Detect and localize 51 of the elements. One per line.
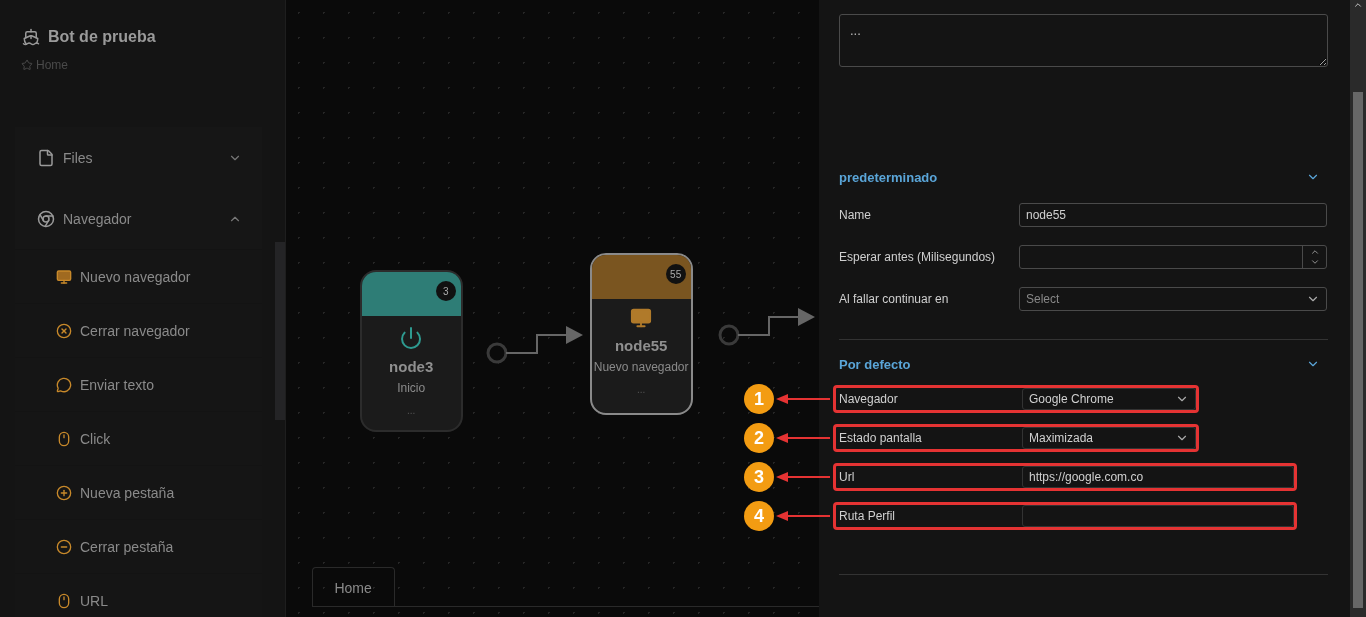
chevron-up-icon[interactable] xyxy=(1309,247,1320,257)
field-label: Al fallar continuar en xyxy=(839,292,950,306)
node-title: node55 xyxy=(614,337,668,354)
scroll-up-icon[interactable] xyxy=(1353,0,1363,10)
section-header[interactable]: Por defecto xyxy=(839,354,1328,374)
flow-node[interactable]: 3 node3 Inicio ... xyxy=(359,270,463,432)
select-field[interactable]: Maximizada xyxy=(1022,427,1196,449)
arrow-icon xyxy=(774,471,830,483)
chevron-down-icon[interactable] xyxy=(1309,257,1320,267)
close-icon xyxy=(56,322,72,339)
arrow-icon xyxy=(774,393,830,405)
node-badge: 55 xyxy=(665,264,686,284)
star-icon xyxy=(21,59,33,71)
monitor-icon xyxy=(630,307,653,329)
input-field[interactable]: node55 xyxy=(1019,203,1327,227)
scrollbar-thumb[interactable] xyxy=(1353,92,1363,608)
scrollbar[interactable] xyxy=(1350,0,1366,617)
monitor-icon xyxy=(56,268,72,285)
speech-bubble-icon xyxy=(56,376,72,393)
minus-circle-icon xyxy=(56,538,72,555)
mouse-icon xyxy=(56,592,72,609)
field-label: Url xyxy=(839,470,856,484)
arrow-icon xyxy=(774,432,830,444)
description-field[interactable]: ... xyxy=(839,14,1328,67)
node-footer: ... xyxy=(407,405,416,416)
node-footer: ... xyxy=(637,384,646,395)
node-subtitle: Inicio xyxy=(397,381,426,395)
field-label: Name xyxy=(839,208,872,222)
plus-circle-icon xyxy=(56,484,72,501)
select-field[interactable]: Select xyxy=(1019,287,1327,311)
input-field[interactable]: https://google.com.co xyxy=(1022,466,1294,488)
node-title: node3 xyxy=(389,358,434,375)
node-badge: 3 xyxy=(435,281,456,301)
flow-node[interactable]: 55 node55 Nuevo navegador ... xyxy=(589,253,693,415)
field-label: Ruta Perfil xyxy=(839,509,897,523)
browser-icon xyxy=(37,209,55,228)
number-field[interactable] xyxy=(1019,245,1327,269)
power-icon xyxy=(399,326,424,350)
select-field[interactable]: Google Chrome xyxy=(1022,388,1196,410)
input-field[interactable] xyxy=(1022,505,1294,527)
tab[interactable]: Home xyxy=(311,567,395,607)
field-label: Estado pantalla xyxy=(839,431,923,445)
node-subtitle: Nuevo navegador xyxy=(593,360,689,374)
field-label: Esperar antes (Milisegundos) xyxy=(839,250,997,264)
field-label: Navegador xyxy=(839,392,899,406)
file-icon xyxy=(37,148,55,167)
section-header[interactable]: predeterminado xyxy=(839,167,1328,187)
arrow-icon xyxy=(774,510,830,522)
app-title: Bot de prueba xyxy=(48,28,156,46)
scrollbar-thumb[interactable] xyxy=(275,242,285,420)
mouse-icon xyxy=(56,430,72,447)
